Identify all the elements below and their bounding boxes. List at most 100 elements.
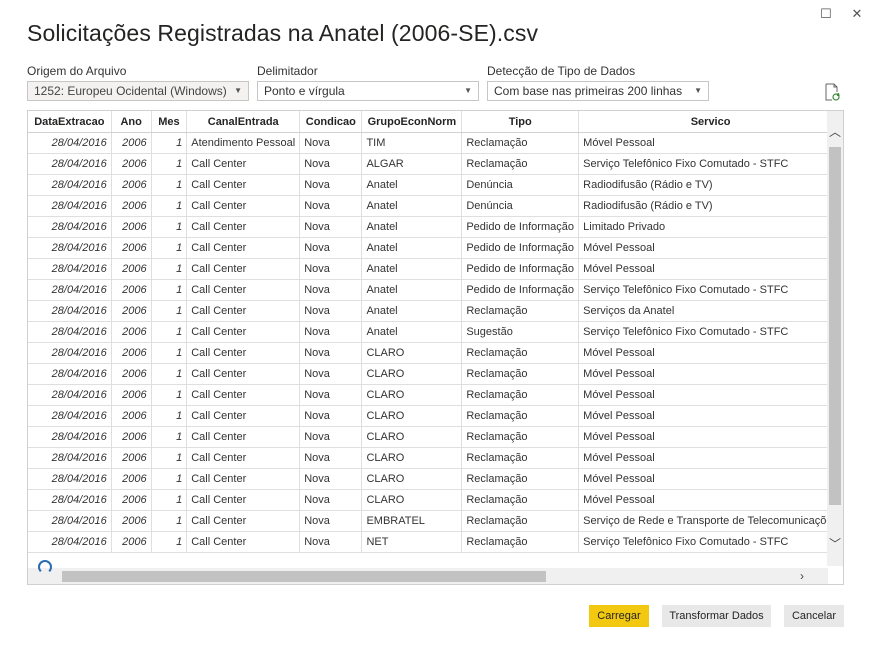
table-cell: 28/04/2016: [28, 153, 112, 175]
delimiter-select[interactable]: Ponto e vírgula ▼: [257, 81, 479, 101]
table-cell: CLARO: [361, 405, 463, 427]
table-cell: Call Center: [186, 531, 301, 553]
table-cell: 1: [151, 216, 188, 238]
horizontal-scroll-thumb[interactable]: [62, 571, 546, 582]
table-cell: 28/04/2016: [28, 363, 112, 385]
table-cell: 1: [151, 363, 188, 385]
header-row: DataExtracao Ano Mes CanalEntrada Condicao Gr…: [28, 111, 843, 133]
table-cell: Call Center: [186, 405, 301, 427]
table-cell: Nova: [299, 447, 363, 469]
table-cell: 1: [151, 468, 188, 490]
table-cell: Call Center: [186, 468, 301, 490]
scroll-down-icon[interactable]: ﹀: [827, 535, 843, 552]
table-cell: 28/04/2016: [28, 426, 112, 448]
table-cell: Reclamação: [461, 132, 580, 154]
column-header[interactable]: Servico: [578, 111, 843, 133]
table-cell: 2006: [111, 342, 152, 364]
table-cell: Nova: [299, 405, 363, 427]
table-cell: Call Center: [186, 195, 301, 217]
table-cell: 2006: [111, 300, 152, 322]
column-header[interactable]: Tipo: [461, 111, 580, 133]
table-cell: CLARO: [361, 363, 463, 385]
table-cell: CLARO: [361, 342, 463, 364]
table-cell: Call Center: [186, 174, 301, 196]
table-cell: Anatel: [361, 279, 463, 301]
vertical-scroll-thumb[interactable]: [829, 147, 841, 505]
table-cell: 28/04/2016: [28, 216, 112, 238]
table-cell: Nova: [299, 321, 363, 343]
table-cell: Anatel: [361, 237, 463, 259]
maximize-button[interactable]: ☐: [818, 6, 834, 22]
table-cell: 2006: [111, 531, 152, 553]
table-cell: 2006: [111, 426, 152, 448]
table-cell: Nova: [299, 279, 363, 301]
table-cell: 28/04/2016: [28, 321, 112, 343]
table-cell: 1: [151, 132, 188, 154]
table-cell: 28/04/2016: [28, 258, 112, 280]
table-row: 28/04/2016 2006 1 Call Center Nova Anatel Denú…: [28, 195, 843, 217]
column-header[interactable]: Ano: [111, 111, 152, 133]
origin-select[interactable]: 1252: Europeu Ocidental (Windows) ▼: [27, 81, 249, 101]
preview-grid[interactable]: DataExtracao Ano Mes CanalEntrada Condicao Gr…: [27, 110, 844, 585]
table-cell: Móvel Pessoal: [578, 384, 843, 406]
load-button[interactable]: Carregar: [589, 605, 649, 627]
table-cell: Móvel Pessoal: [578, 426, 843, 448]
column-header[interactable]: Mes: [151, 111, 188, 133]
table-cell: Serviço Telefônico Fixo Comutado - STFC: [578, 279, 843, 301]
table-row: 28/04/2016 2006 1 Call Center Nova Anatel Pedi…: [28, 279, 843, 301]
table-cell: Call Center: [186, 321, 301, 343]
table-cell: Móvel Pessoal: [578, 342, 843, 364]
table-cell: Reclamação: [461, 363, 580, 385]
table-cell: Denúncia: [461, 174, 580, 196]
table-cell: Nova: [299, 489, 363, 511]
horizontal-scrollbar[interactable]: ›: [28, 568, 828, 584]
table-cell: 28/04/2016: [28, 489, 112, 511]
column-header[interactable]: Condicao: [299, 111, 363, 133]
cancel-button[interactable]: Cancelar: [784, 605, 844, 627]
column-header[interactable]: CanalEntrada: [186, 111, 301, 133]
table-cell: Nova: [299, 468, 363, 490]
table-cell: Sugestão: [461, 321, 580, 343]
table-cell: Anatel: [361, 300, 463, 322]
vertical-scrollbar[interactable]: ︿ ﹀: [827, 111, 843, 566]
table-row: 28/04/2016 2006 1 Call Center Nova CLARO Recla…: [28, 489, 843, 511]
table-cell: 1: [151, 153, 188, 175]
table-cell: Nova: [299, 300, 363, 322]
table-cell: CLARO: [361, 384, 463, 406]
column-header[interactable]: GrupoEconNorm: [361, 111, 463, 133]
table-cell: 2006: [111, 174, 152, 196]
table-row: 28/04/2016 2006 1 Call Center Nova Anatel Pedi…: [28, 258, 843, 280]
table-cell: 28/04/2016: [28, 195, 112, 217]
table-cell: 1: [151, 195, 188, 217]
table-cell: 2006: [111, 153, 152, 175]
table-cell: 2006: [111, 216, 152, 238]
table-cell: 1: [151, 531, 188, 553]
table-cell: 28/04/2016: [28, 447, 112, 469]
transform-data-button[interactable]: Transformar Dados: [662, 605, 771, 627]
table-cell: Nova: [299, 426, 363, 448]
table-cell: 2006: [111, 363, 152, 385]
table-cell: Serviço Telefônico Fixo Comutado - STFC: [578, 531, 843, 553]
origin-value: 1252: Europeu Ocidental (Windows): [34, 84, 227, 98]
delimiter-value: Ponto e vírgula: [264, 84, 345, 98]
table-cell: 28/04/2016: [28, 279, 112, 301]
table-cell: Call Center: [186, 447, 301, 469]
scroll-right-icon[interactable]: ›: [800, 568, 804, 584]
table-cell: Reclamação: [461, 300, 580, 322]
table-cell: Atendimento Pessoal: [186, 132, 301, 154]
scroll-up-icon[interactable]: ︿: [827, 123, 843, 140]
column-header[interactable]: DataExtracao: [28, 111, 112, 133]
table-cell: Reclamação: [461, 447, 580, 469]
table-cell: Radiodifusão (Rádio e TV): [578, 195, 843, 217]
table-cell: 2006: [111, 468, 152, 490]
origin-label: Origem do Arquivo: [27, 64, 127, 78]
table-cell: NET: [361, 531, 463, 553]
detection-select[interactable]: Com base nas primeiras 200 linhas ▼: [487, 81, 709, 101]
table-cell: Nova: [299, 384, 363, 406]
table-cell: Call Center: [186, 258, 301, 280]
table-cell: 2006: [111, 321, 152, 343]
table-cell: CLARO: [361, 447, 463, 469]
table-row: 28/04/2016 2006 1 Call Center Nova CLARO Recla…: [28, 363, 843, 385]
refresh-icon[interactable]: [824, 83, 840, 101]
close-button[interactable]: ✕: [849, 6, 865, 22]
